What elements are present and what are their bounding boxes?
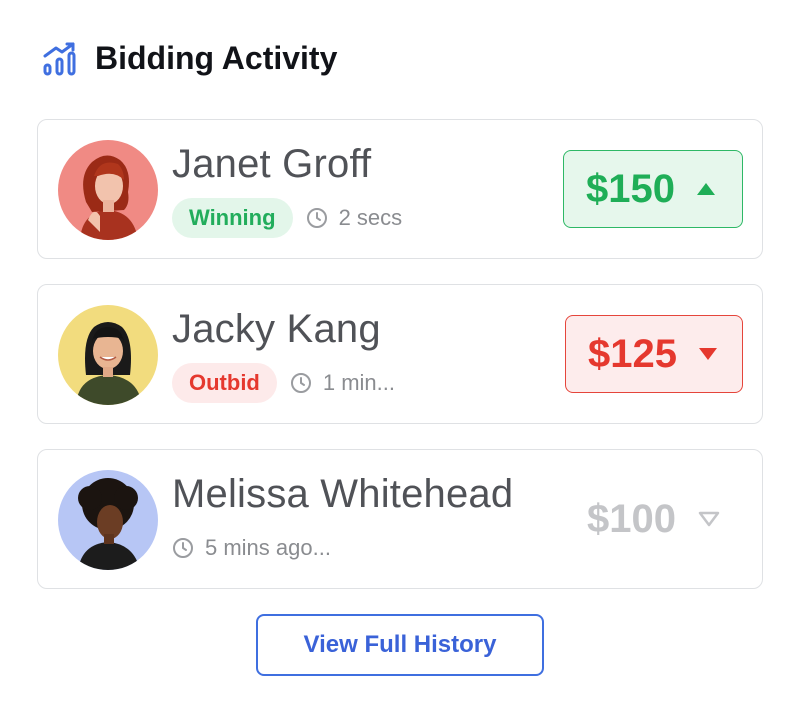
- amount-label: $100: [587, 496, 676, 541]
- bid-amount: $125: [565, 315, 743, 393]
- bid-card-janet-groff[interactable]: Janet Groff Winning 2 secs $150: [37, 119, 763, 259]
- amount-label: $150: [586, 166, 675, 211]
- bid-time: 2 secs: [306, 205, 403, 231]
- bid-time: 1 min...: [290, 370, 395, 396]
- time-label: 1 min...: [322, 370, 396, 395]
- triangle-down-icon: [698, 348, 717, 360]
- bid-amount: $150: [563, 150, 743, 228]
- bidder-name: Melissa Whitehead: [172, 472, 514, 516]
- bidder-name: Jacky Kang: [172, 307, 381, 351]
- view-full-history-button[interactable]: View Full History: [256, 614, 544, 676]
- avatar: [58, 470, 158, 570]
- time-label: 5 mins ago...: [205, 535, 331, 560]
- triangle-down-outline-icon: [698, 511, 720, 527]
- bid-meta: 5 mins ago...: [172, 528, 331, 568]
- triangle-up-icon: [696, 183, 715, 195]
- clock-icon: [172, 537, 194, 559]
- bid-time: 5 mins ago...: [172, 535, 331, 561]
- bid-card-jacky-kang[interactable]: Jacky Kang Outbid 1 min... $125: [37, 284, 763, 424]
- amount-label: $125: [588, 331, 677, 376]
- bar-chart-icon: [42, 42, 76, 76]
- status-badge-outbid: Outbid: [172, 363, 277, 403]
- widget-header: Bidding Activity: [42, 40, 337, 77]
- status-badge-winning: Winning: [172, 198, 293, 238]
- bidding-activity-widget: Bidding Activity Janet Groff Winning 2 s…: [0, 0, 800, 713]
- avatar: [58, 305, 158, 405]
- clock-icon: [290, 372, 312, 394]
- bid-card-melissa-whitehead[interactable]: Melissa Whitehead 5 mins ago... $100: [37, 449, 763, 589]
- bid-amount: $100: [565, 480, 743, 558]
- bid-meta: Outbid 1 min...: [172, 363, 395, 403]
- time-label: 2 secs: [338, 205, 403, 230]
- widget-title: Bidding Activity: [95, 40, 338, 76]
- avatar: [58, 140, 158, 240]
- clock-icon: [306, 207, 328, 229]
- bid-meta: Winning 2 secs: [172, 198, 402, 238]
- bidder-name: Janet Groff: [172, 142, 372, 186]
